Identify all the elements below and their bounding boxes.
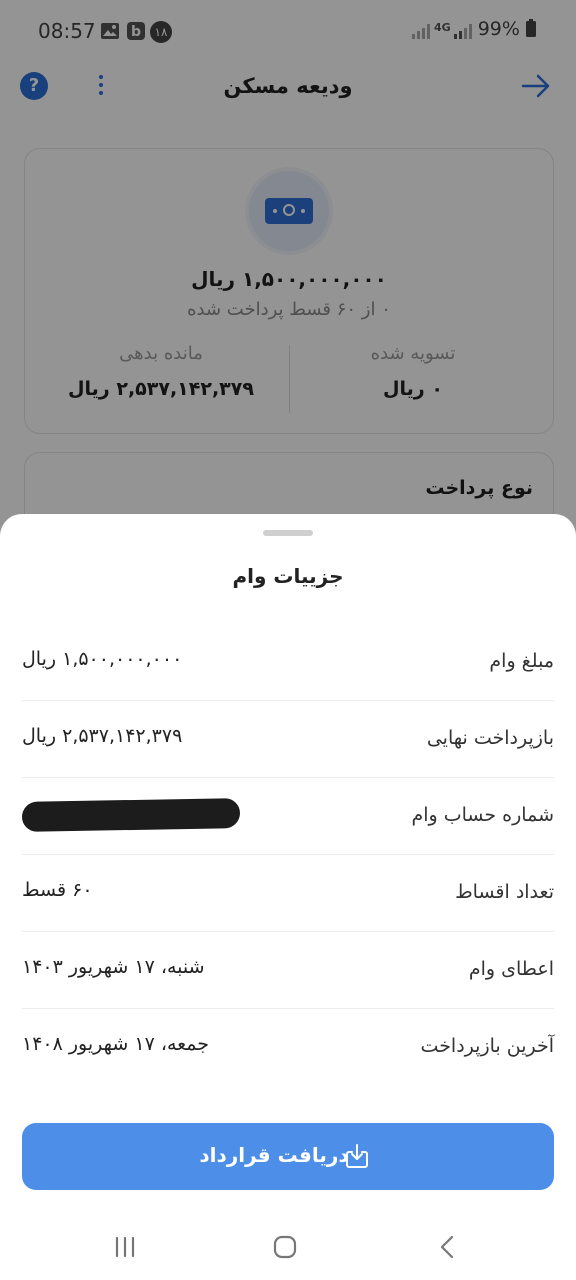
detail-row-last-repayment: آخرین بازپرداخت جمعه، ۱۷ شهریور ۱۴۰۸ [22,1009,554,1085]
detail-value: ۲,۵۳۷,۱۴۲,۳۷۹ ریال [22,725,183,747]
detail-label: آخرین بازپرداخت [420,1035,554,1057]
detail-value: جمعه، ۱۷ شهریور ۱۴۰۸ [22,1033,210,1055]
sheet-title: جزییات وام [232,564,344,588]
redacted-account-number [22,798,240,832]
details-list: مبلغ وام ۱,۵۰۰,۰۰۰,۰۰۰ ریال بازپرداخت نه… [22,624,554,1085]
recent-apps-icon[interactable] [110,1232,140,1262]
detail-label: مبلغ وام [489,650,554,672]
detail-value: ۶۰ قسط [22,879,93,901]
drag-handle[interactable] [263,530,313,536]
detail-row-final-repayment: بازپرداخت نهایی ۲,۵۳۷,۱۴۲,۳۷۹ ریال [22,701,554,778]
detail-value: شنبه، ۱۷ شهریور ۱۴۰۳ [22,956,205,978]
detail-label: بازپرداخت نهایی [426,727,554,749]
get-contract-label: دریافت قرارداد [199,1143,349,1167]
detail-label: تعداد اقساط [455,881,554,903]
detail-row-installments: تعداد اقساط ۶۰ قسط [22,855,554,932]
home-icon[interactable] [270,1232,300,1262]
detail-label: شماره حساب وام [411,804,555,826]
back-nav-icon[interactable] [433,1232,463,1262]
loan-details-sheet: جزییات وام مبلغ وام ۱,۵۰۰,۰۰۰,۰۰۰ ریال ب… [0,514,576,1280]
detail-value: ۱,۵۰۰,۰۰۰,۰۰۰ ریال [22,648,183,670]
detail-row-account-number: شماره حساب وام [22,778,554,855]
system-nav-bar [0,1214,576,1280]
detail-row-grant-date: اعطای وام شنبه، ۱۷ شهریور ۱۴۰۳ [22,932,554,1009]
detail-row-loan-amount: مبلغ وام ۱,۵۰۰,۰۰۰,۰۰۰ ریال [22,624,554,701]
get-contract-button[interactable]: دریافت قرارداد [22,1123,554,1190]
detail-label: اعطای وام [468,958,554,980]
